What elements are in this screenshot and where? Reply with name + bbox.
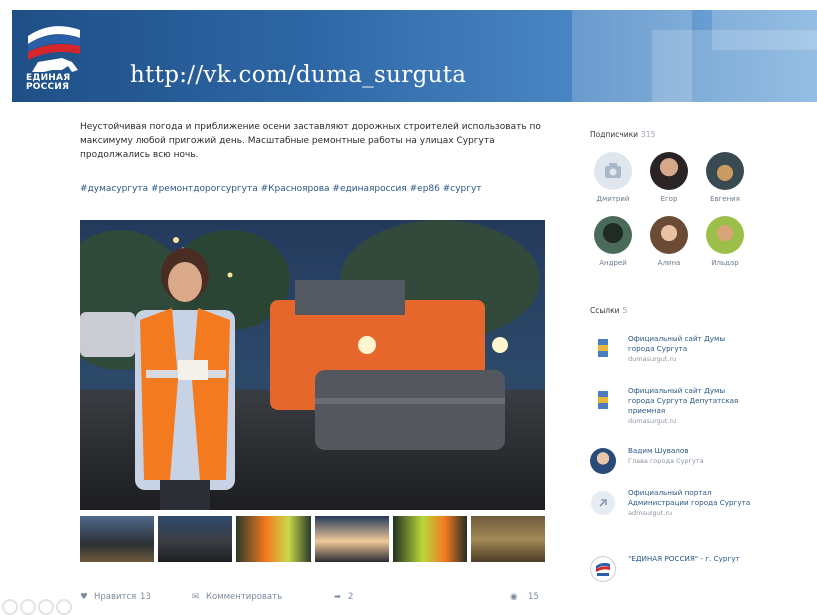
photo-thumbnail[interactable] xyxy=(392,516,467,562)
photo-thumbnail[interactable] xyxy=(236,516,311,562)
link-title: Официальный сайт Думы города Сургута Деп… xyxy=(628,386,753,426)
banner-decoration xyxy=(712,10,817,50)
repost-icon[interactable]: ➦ xyxy=(334,592,341,602)
subscriber-name: Евгения xyxy=(710,195,740,203)
avatar xyxy=(706,152,744,190)
subscriber-item[interactable]: Ильдар xyxy=(700,216,750,267)
links-title-label: Ссылки xyxy=(590,306,620,315)
wall-post: Неустойчивая погода и приближение осени … xyxy=(70,112,557,612)
link-title: Вадим Шувалов Глава города Сургута xyxy=(628,446,753,466)
link-icon xyxy=(591,491,615,515)
link-subtitle: Глава города Сургута xyxy=(628,457,704,465)
views-count: 15 xyxy=(528,592,539,602)
header-banner: ЕДИНАЯ РОССИЯ http://vk.com/duma_surguta xyxy=(12,10,817,102)
subscriber-name: Ильдар xyxy=(711,259,739,267)
link-title: Официальный сайт Думы города Сургута duma… xyxy=(628,334,753,364)
duma-emblem-icon xyxy=(598,339,608,357)
links-title[interactable]: Ссылки 5 xyxy=(590,306,627,315)
subscriber-name: Алина xyxy=(657,259,681,267)
links-count: 5 xyxy=(622,306,628,315)
avatar xyxy=(650,152,688,190)
link-subtitle: dumasurgut.ru xyxy=(628,355,677,363)
subscriber-name: Егор xyxy=(660,195,678,203)
road-works-photo xyxy=(80,220,545,510)
link-subtitle: admsurgut.ru xyxy=(628,509,673,517)
avatar xyxy=(594,216,632,254)
avatar xyxy=(706,216,744,254)
photo-thumbnail[interactable] xyxy=(80,516,155,562)
camera-icon xyxy=(594,152,632,190)
subscriber-item[interactable]: Егор xyxy=(644,152,694,203)
subscriber-item[interactable]: Алина xyxy=(644,216,694,267)
link-title: Официальный портал Администрации города … xyxy=(628,488,753,518)
subscribers-count: 315 xyxy=(641,130,656,139)
post-photo-thumbnails xyxy=(80,516,546,562)
watermark-icon xyxy=(2,599,72,615)
avatar xyxy=(650,216,688,254)
united-russia-icon xyxy=(590,556,616,582)
subscriber-name: Дмитрий xyxy=(596,195,630,203)
logo-text-line2: РОССИЯ xyxy=(26,82,70,92)
group-url[interactable]: http://vk.com/duma_surguta xyxy=(130,62,466,88)
post-text: Неустойчивая погода и приближение осени … xyxy=(80,122,541,160)
subscribers-title-label: Подписчики xyxy=(590,130,639,139)
comment-button[interactable]: Комментировать xyxy=(206,592,282,602)
subscribers-block: Подписчики 315 Дмитрий Егор Евгения Андре… xyxy=(578,120,756,282)
subscribers-title[interactable]: Подписчики 315 xyxy=(590,130,655,139)
link-title-text: "ЕДИНАЯ РОССИЯ" - г. Сургут xyxy=(628,554,740,563)
link-title-text: Вадим Шувалов xyxy=(628,446,689,455)
photo-thumbnail[interactable] xyxy=(470,516,546,562)
duma-emblem-icon xyxy=(598,391,608,409)
link-title-text: Официальный портал Администрации города … xyxy=(628,488,751,507)
avatar xyxy=(590,448,616,474)
subscriber-item[interactable]: Андрей xyxy=(588,216,638,267)
repost-count: 2 xyxy=(348,592,354,602)
subscriber-item[interactable]: Евгения xyxy=(700,152,750,203)
link-title-text: Официальный сайт Думы города Сургута xyxy=(628,334,726,353)
post-main-photo[interactable] xyxy=(80,220,545,510)
comment-icon[interactable]: ✉ xyxy=(192,592,199,602)
link-subtitle: dumasurgut.ru xyxy=(628,417,677,425)
logo-text: ЕДИНАЯ РОССИЯ xyxy=(26,74,70,92)
link-title: "ЕДИНАЯ РОССИЯ" - г. Сургут xyxy=(628,554,753,564)
photo-thumbnail[interactable] xyxy=(314,516,389,562)
photo-thumbnail[interactable] xyxy=(158,516,233,562)
link-title-text: Официальный сайт Думы города Сургута Деп… xyxy=(628,386,739,415)
links-block: Ссылки 5 Официальный сайт Думы города Сур… xyxy=(578,296,756,608)
subscriber-item[interactable]: Дмитрий xyxy=(588,152,638,203)
views-icon: ◉ xyxy=(510,592,518,602)
subscriber-name: Андрей xyxy=(599,259,627,267)
post-hashtags[interactable]: #думасургута #ремонтдорогсургута #Красно… xyxy=(80,182,550,196)
